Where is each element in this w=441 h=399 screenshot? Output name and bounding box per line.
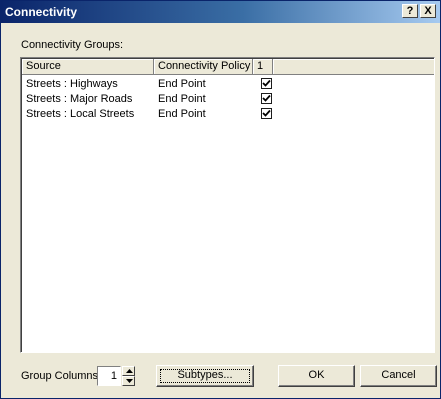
arrow-down-icon — [126, 379, 133, 383]
policy-cell[interactable]: End Point — [158, 77, 206, 91]
group-1-checkbox[interactable] — [261, 93, 272, 104]
column-header-connectivity-policy[interactable]: Connectivity Policy — [154, 59, 253, 75]
checkmark-icon — [262, 94, 271, 102]
group-1-checkbox[interactable] — [261, 78, 272, 89]
policy-cell[interactable]: End Point — [158, 92, 206, 106]
column-header-filler — [273, 59, 434, 75]
cancel-button[interactable]: Cancel — [360, 365, 437, 387]
connectivity-dialog: Connectivity ? X Connectivity Groups: So… — [0, 0, 441, 399]
table-row[interactable]: Streets : Major Roads End Point — [22, 92, 434, 107]
subtypes-button-label: Subtypes... — [177, 369, 233, 381]
connectivity-groups-table[interactable]: Source Connectivity Policy 1 Streets : H… — [20, 57, 435, 353]
spin-up-button[interactable] — [122, 366, 135, 376]
help-button[interactable]: ? — [402, 4, 418, 18]
column-header-group-1[interactable]: 1 — [253, 59, 273, 75]
connectivity-groups-label: Connectivity Groups: — [21, 39, 124, 51]
checkmark-icon — [262, 79, 271, 87]
source-cell: Streets : Highways — [26, 78, 118, 90]
spin-down-button[interactable] — [122, 376, 135, 386]
checkmark-icon — [262, 109, 271, 117]
group-columns-spinner[interactable] — [122, 366, 135, 386]
table-row[interactable]: Streets : Highways End Point — [22, 77, 434, 92]
ok-button[interactable]: OK — [278, 365, 355, 387]
group-1-checkbox[interactable] — [261, 108, 272, 119]
policy-cell[interactable]: End Point — [158, 107, 206, 121]
window-title: Connectivity — [5, 5, 78, 19]
group-columns-input[interactable]: 1 — [97, 366, 121, 386]
title-bar[interactable]: Connectivity ? X — [1, 1, 440, 23]
column-header-source[interactable]: Source — [22, 59, 154, 75]
source-cell: Streets : Local Streets — [26, 108, 135, 120]
close-button[interactable]: X — [420, 4, 436, 18]
source-cell: Streets : Major Roads — [26, 93, 133, 105]
subtypes-button[interactable]: Subtypes... — [156, 365, 254, 387]
arrow-up-icon — [126, 369, 133, 373]
table-row[interactable]: Streets : Local Streets End Point — [22, 107, 434, 122]
group-columns-label: Group Columns: — [21, 370, 102, 382]
